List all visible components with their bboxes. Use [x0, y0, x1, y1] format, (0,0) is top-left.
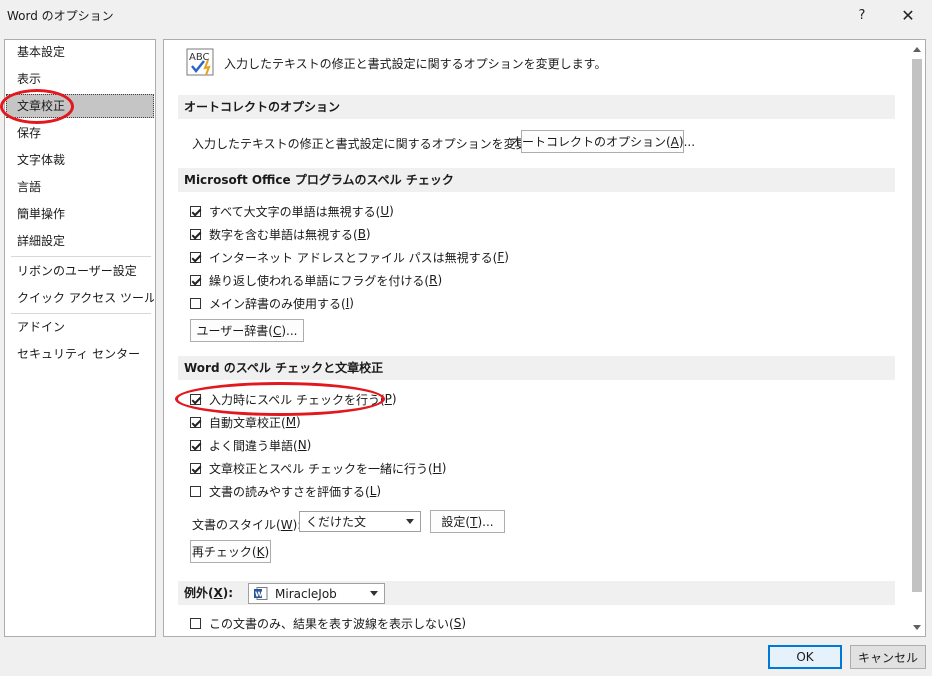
recheck-document-button[interactable]: 再チェック(K) — [190, 540, 271, 563]
sidebar-item-display[interactable]: 表示 — [6, 67, 154, 91]
title-bar: Word のオプション ? ✕ — [0, 0, 932, 30]
office-spelling-heading: Microsoft Office プログラムのスペル チェック — [178, 168, 895, 192]
checkbox[interactable] — [190, 416, 201, 428]
word-document-icon: W — [254, 587, 268, 600]
option-flag-repeated-words[interactable]: 繰り返し使われる単語にフラグを付ける(R) — [190, 271, 442, 289]
sidebar-divider — [11, 313, 151, 314]
option-ignore-numbers[interactable]: 数字を含む単語は無視する(B) — [190, 225, 371, 243]
arrow-down-icon — [913, 624, 921, 630]
word-spelling-heading: Word のスペル チェックと文章校正 — [178, 356, 895, 380]
checkbox[interactable] — [190, 228, 201, 240]
sidebar-item-general[interactable]: 基本設定 — [6, 40, 154, 64]
close-icon: ✕ — [901, 5, 915, 25]
checkbox[interactable] — [190, 617, 201, 629]
ok-button[interactable]: OK — [768, 645, 842, 669]
sidebar-divider — [11, 256, 151, 257]
sidebar-item-save[interactable]: 保存 — [6, 121, 154, 145]
svg-text:W: W — [255, 591, 263, 599]
intro-text: 入力したテキストの修正と書式設定に関するオプションを変更します。 — [224, 57, 607, 71]
sidebar-item-typography[interactable]: 文字体裁 — [6, 148, 154, 172]
close-button[interactable]: ✕ — [886, 0, 930, 30]
option-mark-grammar-errors[interactable]: 自動文章校正(M) — [190, 413, 301, 431]
scroll-down-button[interactable] — [909, 619, 925, 635]
writing-style-select[interactable]: くだけた文 — [299, 511, 421, 532]
checkbox[interactable] — [190, 251, 201, 263]
custom-dictionaries-button[interactable]: ユーザー辞書(C)... — [190, 319, 304, 342]
option-frequently-confused-words[interactable]: よく間違う単語(N) — [190, 436, 311, 454]
option-ignore-uppercase[interactable]: すべて大文字の単語は無視する(U) — [190, 202, 394, 220]
sidebar-item-advanced[interactable]: 詳細設定 — [6, 229, 154, 253]
chevron-down-icon — [406, 519, 414, 524]
abc-check-icon: ABC — [186, 48, 218, 78]
scrollbar-thumb[interactable] — [912, 59, 922, 592]
sidebar-item-addins[interactable]: アドイン — [6, 315, 154, 339]
exceptions-document-select[interactable]: W MiracleJob — [248, 583, 385, 604]
option-main-dictionary-only[interactable]: メイン辞書のみ使用する(I) — [190, 294, 354, 312]
sidebar-item-proofing[interactable]: 文章校正 — [6, 94, 154, 118]
checkbox[interactable] — [190, 274, 201, 286]
arrow-up-icon — [913, 46, 921, 52]
checkbox[interactable] — [190, 205, 201, 217]
sidebar-item-customize-ribbon[interactable]: リボンのユーザー設定 — [6, 259, 154, 283]
sidebar-item-language[interactable]: 言語 — [6, 175, 154, 199]
option-check-grammar-with-spelling[interactable]: 文章校正とスペル チェックを一緒に行う(H) — [190, 459, 446, 477]
option-readability-statistics[interactable]: 文書の読みやすさを評価する(L) — [190, 482, 381, 500]
help-button[interactable]: ? — [840, 0, 884, 30]
autocorrect-options-button[interactable]: オートコレクトのオプション(A)... — [510, 130, 695, 153]
checkbox[interactable] — [190, 393, 201, 405]
option-hide-spelling-errors-this-document[interactable]: この文書のみ、結果を表す波線を表示しない(S) — [190, 614, 466, 632]
scroll-up-button[interactable] — [909, 41, 925, 57]
sidebar: 基本設定 表示 文章校正 保存 文字体裁 言語 簡単操作 詳細設定 リボンのユー… — [4, 39, 156, 637]
option-check-spelling-as-you-type[interactable]: 入力時にスペル チェックを行う(P) — [190, 390, 397, 408]
options-panel: ABC 入力したテキストの修正と書式設定に関するオプションを変更します。 オート… — [163, 39, 926, 637]
chevron-down-icon — [370, 591, 378, 596]
sidebar-item-trust-center[interactable]: セキュリティ センター — [6, 342, 154, 366]
checkbox[interactable] — [190, 439, 201, 451]
writing-style-label: 文書のスタイル(W): — [192, 518, 302, 532]
sidebar-item-quick-access-toolbar[interactable]: クイック アクセス ツール バー — [6, 286, 154, 310]
checkbox[interactable] — [190, 485, 201, 497]
checkbox[interactable] — [190, 462, 201, 474]
option-ignore-urls[interactable]: インターネット アドレスとファイル パスは無視する(F) — [190, 248, 509, 266]
sidebar-item-accessibility[interactable]: 簡単操作 — [6, 202, 154, 226]
window-title: Word のオプション — [7, 9, 114, 23]
vertical-scrollbar[interactable] — [909, 41, 925, 635]
grammar-settings-button[interactable]: 設定(T)... — [430, 510, 505, 533]
checkbox[interactable] — [190, 297, 201, 309]
cancel-button[interactable]: キャンセル — [850, 645, 926, 669]
autocorrect-heading: オートコレクトのオプション — [178, 95, 895, 119]
